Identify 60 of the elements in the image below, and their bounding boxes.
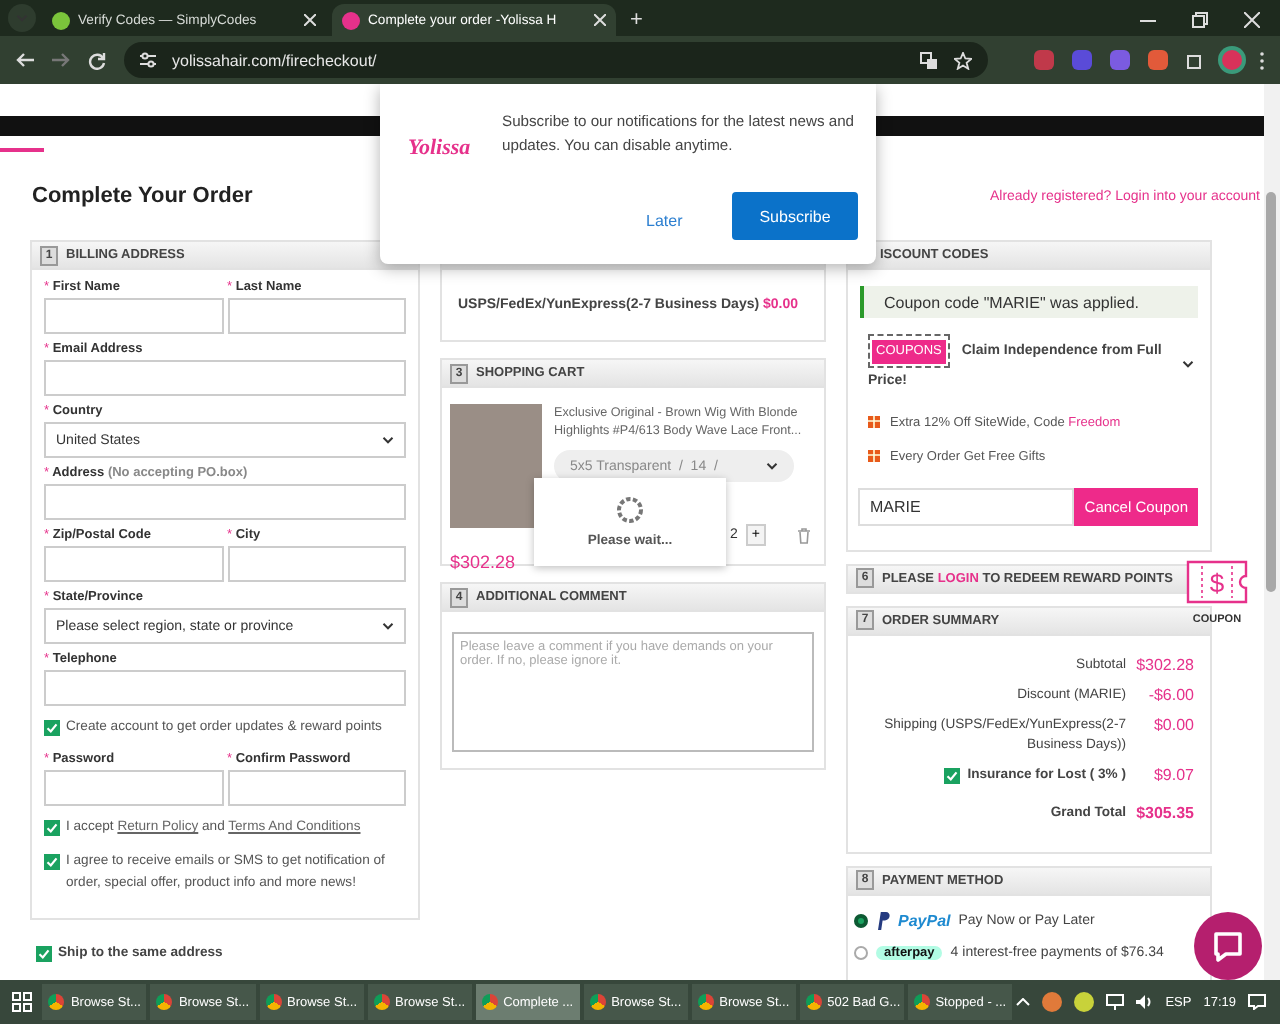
scrollbar[interactable] [1264, 84, 1280, 980]
spinner-icon [616, 496, 644, 524]
input-field[interactable] [227, 298, 406, 334]
input-field[interactable] [227, 770, 406, 807]
site-settings-icon[interactable] [140, 52, 156, 68]
star-icon[interactable] [954, 51, 972, 69]
insurance-checkbox[interactable] [943, 768, 960, 785]
favicon-icon [52, 11, 70, 29]
radio-button[interactable] [854, 913, 868, 928]
coupon-field[interactable]: MARIE [858, 487, 1075, 526]
checkbox[interactable] [44, 854, 60, 871]
summary-value: $302.28 [1134, 655, 1194, 674]
summary-value: -$6.00 [1146, 685, 1194, 704]
input-field[interactable] [44, 770, 223, 807]
notification-icon[interactable] [1248, 994, 1267, 1010]
close-icon[interactable] [594, 14, 606, 26]
tray-app-icon[interactable] [1073, 992, 1094, 1012]
input-field[interactable] [44, 484, 406, 520]
product-price: $302.28 [450, 552, 516, 572]
total-value: $305.35 [1134, 803, 1194, 822]
chat-button[interactable] [1194, 912, 1262, 980]
checkbox[interactable] [44, 720, 60, 736]
summary-value: $0.00 [1151, 716, 1194, 735]
start-icon[interactable] [12, 992, 33, 1012]
paypal-logo: PayPal [898, 911, 951, 930]
gift-icon [868, 450, 880, 463]
page-title: Complete Your Order [32, 184, 253, 208]
later-button[interactable]: Later [634, 196, 695, 244]
brand-logo: Yolissa [408, 136, 471, 160]
input-field[interactable] [44, 670, 406, 706]
translate-icon[interactable] [920, 51, 938, 69]
reload-icon[interactable] [88, 51, 106, 69]
checkbox[interactable] [36, 945, 52, 962]
success-message: Coupon code "MARIE" was applied. [860, 286, 1198, 318]
input-field[interactable] [44, 360, 406, 396]
radio-button[interactable] [854, 945, 868, 960]
input-field[interactable] [227, 546, 406, 582]
coupon-ticket-icon[interactable]: $ [1186, 560, 1248, 604]
input-field[interactable] [44, 546, 223, 582]
paypal-p-icon [876, 911, 890, 930]
trash-icon[interactable] [797, 527, 810, 543]
speaker-icon[interactable] [1135, 994, 1154, 1010]
photo-placeholder [450, 404, 542, 528]
address-bar[interactable]: yolissahair.com/firecheckout/ [124, 42, 988, 78]
caret-up-icon[interactable] [1015, 998, 1030, 1006]
close-icon[interactable] [304, 14, 316, 26]
tray-app-icon[interactable] [1041, 992, 1062, 1012]
subscribe-button[interactable]: Subscribe [732, 192, 858, 240]
input-field[interactable] [44, 298, 223, 334]
restore-icon[interactable] [1192, 12, 1208, 28]
chat-bubble-icon [1212, 931, 1244, 961]
minimize-icon[interactable] [1140, 19, 1156, 21]
favicon-icon [342, 11, 360, 29]
checkbox[interactable] [44, 820, 60, 837]
new-tab-button[interactable]: + [630, 8, 643, 32]
close-icon[interactable] [1244, 12, 1260, 28]
gift-icon [868, 416, 880, 429]
forward-arrow-icon[interactable] [52, 52, 70, 68]
summary-value: $9.07 [1151, 766, 1194, 785]
back-arrow-icon[interactable] [16, 52, 34, 68]
